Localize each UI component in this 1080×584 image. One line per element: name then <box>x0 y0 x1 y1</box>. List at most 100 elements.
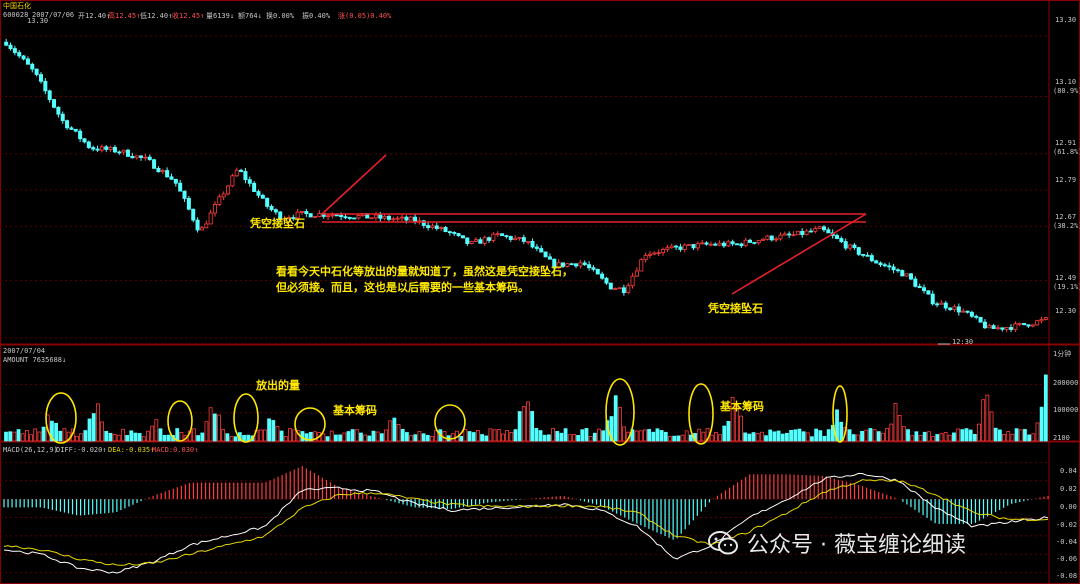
price-candle <box>913 278 918 287</box>
volume-bar <box>751 432 756 442</box>
volume-bar <box>638 430 643 442</box>
volume-bar <box>993 427 998 442</box>
volume-bar <box>939 433 944 442</box>
price-candle <box>987 325 992 329</box>
price-pct: (61.8%) <box>1053 148 1080 156</box>
volume-bar <box>714 432 718 442</box>
price-candle <box>661 248 666 254</box>
price-candle <box>869 255 874 262</box>
price-candle <box>1013 323 1018 330</box>
price-candle <box>217 196 222 205</box>
volume-bar <box>388 420 393 442</box>
price-candle <box>487 237 492 241</box>
volume-bar <box>592 432 597 442</box>
price-candle <box>887 265 892 268</box>
volume-bar <box>776 430 781 442</box>
price-candle <box>500 233 505 237</box>
price-candle <box>247 179 252 184</box>
volume-bar <box>555 431 560 442</box>
price-candle <box>382 215 387 219</box>
price-candle <box>939 302 944 305</box>
price-candle <box>582 262 587 266</box>
price-candle <box>656 252 661 255</box>
macd-diff: DIFF:-0.020↑ <box>56 446 107 454</box>
price-candle <box>704 242 709 245</box>
volume-bar <box>79 433 84 442</box>
turnover-value: 换0.00% <box>266 12 295 20</box>
stock-chart <box>0 0 1080 584</box>
volume-bar <box>271 420 276 442</box>
price-candle <box>695 243 700 249</box>
price-candle <box>922 287 927 292</box>
price-candle <box>574 263 579 267</box>
price-candle <box>848 244 853 249</box>
price-candle <box>1017 322 1022 325</box>
volume-bar <box>338 434 342 442</box>
volume-bar <box>918 435 923 442</box>
price-candle <box>700 242 705 245</box>
price-candle <box>243 171 248 181</box>
price-candle <box>69 127 74 130</box>
price-candle <box>12 48 17 53</box>
volume-bar <box>530 411 535 442</box>
volume-label: AMOUNT 7635688↓ <box>3 356 67 364</box>
volume-bar <box>100 421 104 442</box>
volume-bar <box>329 430 334 442</box>
price-candle <box>313 216 318 218</box>
volume-bar <box>897 415 902 442</box>
price-candle <box>678 246 683 250</box>
volume-bar <box>492 429 497 442</box>
price-candle <box>204 223 209 229</box>
price-candle <box>65 120 70 129</box>
volume-bar <box>288 428 292 442</box>
volume-bar <box>826 429 831 442</box>
price-tick: 12.91 <box>1055 139 1077 147</box>
volume-bar <box>471 432 476 442</box>
price-candle <box>234 169 239 177</box>
price-candle <box>352 217 357 220</box>
macd-tick: -0.06 <box>1056 555 1078 563</box>
watermark-text: 公众号 · 薇宝缠论细读 <box>747 533 966 558</box>
volume-bar <box>985 394 990 442</box>
volume-bar <box>622 426 626 442</box>
volume-bar <box>651 431 656 442</box>
price-candle <box>182 190 187 199</box>
price-candle <box>17 52 22 57</box>
volume-bar <box>931 436 935 442</box>
price-candle <box>86 141 91 148</box>
volume-bar <box>417 431 422 442</box>
price-candle <box>330 214 335 217</box>
timeframe-label[interactable]: 1分钟 <box>1053 349 1071 359</box>
price-candle <box>508 236 513 241</box>
volume-bar <box>1039 406 1044 442</box>
price-candle <box>139 155 144 158</box>
price-candle <box>974 315 979 318</box>
price-candle <box>169 176 174 180</box>
price-candle <box>434 225 439 229</box>
volume-bar <box>709 434 714 442</box>
volume-bar <box>989 411 994 442</box>
price-candle <box>948 307 953 311</box>
price-candle <box>356 215 361 219</box>
price-candle <box>252 182 257 192</box>
volume-bar <box>893 402 898 442</box>
price-candle <box>43 80 48 92</box>
price-candle <box>778 234 783 240</box>
price-candle <box>30 63 35 70</box>
volume-bar <box>759 431 764 442</box>
price-candle <box>604 277 609 284</box>
price-candle <box>147 156 152 161</box>
price-candle <box>856 247 861 255</box>
volume-bar <box>496 429 501 442</box>
volume-bar <box>659 430 664 442</box>
volume-bar <box>860 430 864 442</box>
price-candle <box>526 241 531 243</box>
price-candle <box>404 216 409 221</box>
volume-bar <box>242 435 246 442</box>
price-candle <box>1030 324 1035 327</box>
price-candle <box>687 244 692 246</box>
price-candle <box>439 227 444 229</box>
price-candle <box>682 244 687 250</box>
price-tick: 12.30 <box>1055 307 1077 315</box>
volume-bar <box>505 430 510 442</box>
